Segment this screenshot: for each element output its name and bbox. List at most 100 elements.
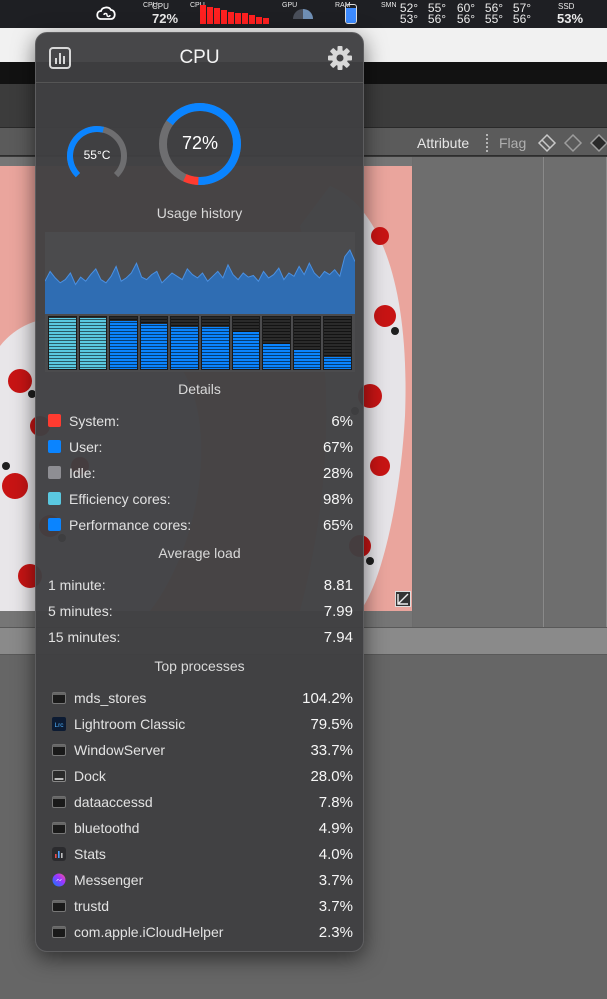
cpu-vertical-label: CPU	[143, 2, 158, 9]
process-name: Messenger	[74, 872, 144, 888]
flag-filter-icons[interactable]	[537, 131, 607, 153]
detail-row-system: System: 6%	[48, 412, 353, 432]
process-cpu-value: 4.0%	[318, 846, 353, 863]
cpu-small-label: CPU	[152, 2, 169, 11]
detail-value: 65%	[322, 517, 353, 534]
temp-value: 56°	[512, 12, 532, 26]
cpu-core-bar	[200, 5, 206, 24]
average-load-title: Average load	[158, 545, 241, 561]
temp-column: 55° 56°	[424, 2, 450, 25]
ssd-label: SSD	[558, 2, 575, 11]
creative-cloud-icon[interactable]	[95, 4, 117, 22]
load-value: 8.81	[323, 577, 353, 594]
ssd-value: 53%	[557, 11, 584, 26]
cpu-menu-value: 72%	[152, 11, 179, 26]
process-name: Lightroom Classic	[74, 716, 186, 732]
process-cpu-value: 3.7%	[318, 872, 353, 889]
detail-value: 6%	[331, 413, 353, 430]
process-row[interactable]: bluetoothd 4.9%	[48, 819, 353, 839]
efficiency-core-bar	[48, 316, 77, 370]
idle-color-swatch	[48, 466, 61, 479]
detail-label: Efficiency cores:	[69, 491, 171, 507]
load-label: 5 minutes:	[48, 603, 113, 619]
terminal-icon	[52, 900, 66, 912]
cpu-core-bar	[214, 8, 220, 24]
process-cpu-value: 3.7%	[318, 898, 353, 915]
flag-filter-label: Flag	[499, 135, 527, 151]
process-cpu-value: 4.9%	[318, 820, 353, 837]
performance-core-bar	[292, 316, 322, 370]
performance-core-bar	[109, 316, 138, 370]
process-row[interactable]: Messenger 3.7%	[48, 871, 353, 891]
process-row[interactable]: mds_stores 104.2%	[48, 689, 353, 709]
process-cpu-value: 28.0%	[310, 768, 353, 785]
process-row[interactable]: Stats 4.0%	[48, 845, 353, 865]
messenger-icon	[52, 873, 66, 887]
temp-value: 56°	[456, 12, 476, 26]
gear-icon[interactable]	[327, 45, 353, 71]
detail-row-user: User: 67%	[48, 438, 353, 458]
detail-label: User:	[69, 439, 103, 455]
usage-history-panel	[45, 232, 355, 372]
detail-row-idle: Idle: 28%	[48, 464, 353, 484]
filter-separator	[486, 134, 488, 152]
process-name: com.apple.iCloudHelper	[74, 924, 224, 940]
top-processes-title: Top processes	[154, 658, 245, 674]
ram-battery-icon	[345, 4, 357, 24]
cpu-bars-label: CPU	[190, 2, 205, 9]
temp-value: 53°	[399, 12, 419, 26]
process-row[interactable]: Dock 28.0%	[48, 767, 353, 787]
temp-value: 55°	[484, 12, 504, 26]
temperature-value: 55°C	[83, 148, 111, 162]
cpu-core-bar	[242, 13, 248, 24]
load-row-15-minutes: 15 minutes: 7.94	[48, 628, 353, 648]
cpu-core-bar	[256, 17, 262, 24]
process-row[interactable]: dataaccessd 7.8%	[48, 793, 353, 813]
process-cpu-value: 7.8%	[318, 794, 353, 811]
detail-row-performance-cores: Performance cores: 65%	[48, 516, 353, 536]
terminal-icon	[52, 692, 66, 704]
gpu-vertical-label: GPU	[282, 2, 298, 9]
popup-header: CPU	[36, 33, 363, 83]
process-row[interactable]: WindowServer 33.7%	[48, 741, 353, 761]
detail-label: Performance cores:	[69, 517, 192, 533]
dock-icon	[52, 770, 66, 782]
gpu-pie-icon	[293, 9, 313, 19]
usage-history-title: Usage history	[156, 205, 243, 221]
cpu-core-bar	[263, 18, 269, 24]
performance-core-bar	[323, 316, 352, 370]
detail-row-efficiency-cores: Efficiency cores: 98%	[48, 490, 353, 510]
sensors-vertical-label: SMN	[381, 2, 397, 9]
temp-column: 56° 55°	[481, 2, 507, 26]
process-cpu-value: 2.3%	[318, 924, 353, 941]
cpu-stats-popup: CPU 55°C 72% Usage history Details Syste…	[35, 32, 364, 952]
load-label: 1 minute:	[48, 577, 106, 593]
detail-value: 28%	[322, 465, 353, 482]
load-row-5-minutes: 5 minutes: 7.99	[48, 602, 353, 622]
process-name: Stats	[74, 846, 106, 862]
performance-color-swatch	[48, 518, 61, 531]
temp-column: 60° 56°	[453, 2, 479, 26]
core-bars	[48, 316, 352, 370]
attribute-filter-tab[interactable]: Attribute	[417, 135, 469, 151]
process-name: Dock	[74, 768, 106, 784]
process-row[interactable]: Lrc Lightroom Classic 79.5%	[48, 715, 353, 735]
load-value: 7.94	[323, 629, 353, 646]
terminal-icon	[52, 822, 66, 834]
load-value: 7.99	[323, 603, 353, 620]
usage-history-chart	[45, 249, 355, 314]
performance-core-bar	[231, 316, 261, 370]
cpu-core-bars	[200, 4, 274, 24]
grid-cell[interactable]	[412, 157, 544, 627]
performance-core-bar	[139, 316, 169, 370]
temp-column: 52° 53°	[396, 2, 422, 26]
terminal-icon	[52, 796, 66, 808]
grid-cell[interactable]	[544, 157, 607, 627]
process-name: dataaccessd	[74, 794, 153, 810]
process-row[interactable]: com.apple.iCloudHelper 2.3%	[48, 923, 353, 943]
load-row-1-minute: 1 minute: 8.81	[48, 576, 353, 596]
process-name: mds_stores	[74, 690, 147, 706]
details-title: Details	[178, 381, 221, 397]
process-row[interactable]: trustd 3.7%	[48, 897, 353, 917]
performance-core-bar	[200, 316, 230, 370]
